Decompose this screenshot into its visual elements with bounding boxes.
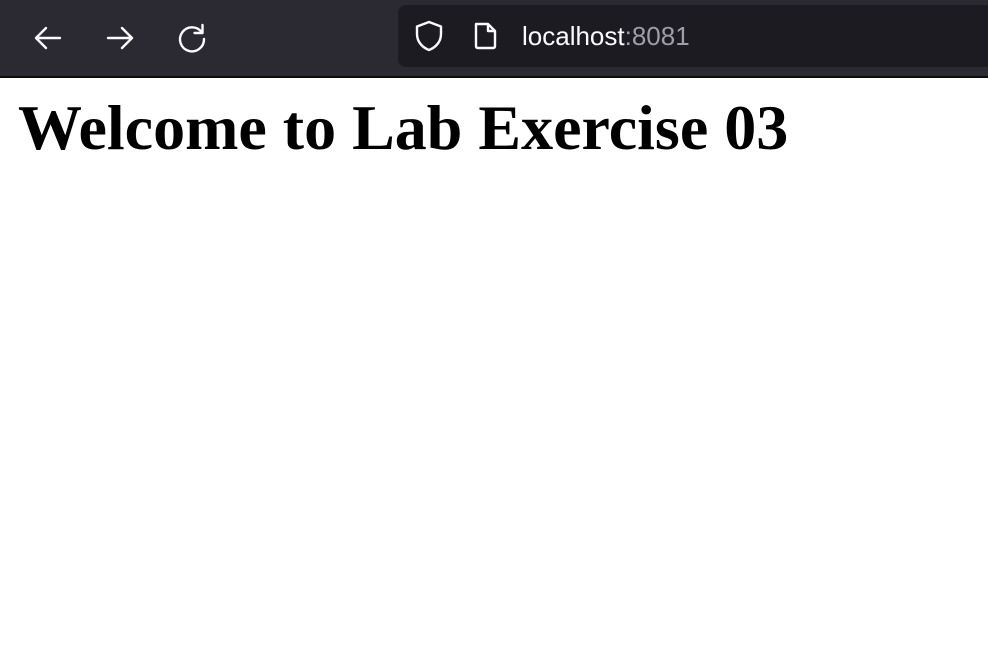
reload-icon: [178, 23, 206, 53]
page-heading: Welcome to Lab Exercise 03: [18, 92, 789, 163]
url-port: :8081: [624, 21, 690, 51]
back-button[interactable]: [24, 14, 72, 62]
forward-button[interactable]: [96, 14, 144, 62]
address-bar[interactable]: localhost:8081: [398, 5, 988, 67]
shield-icon[interactable]: [412, 19, 446, 53]
arrow-left-icon: [34, 26, 62, 50]
arrow-right-icon: [106, 26, 134, 50]
browser-toolbar: localhost:8081: [0, 0, 988, 78]
page-content: Welcome to Lab Exercise 03: [0, 78, 988, 662]
url-host: localhost: [522, 21, 625, 51]
url-text[interactable]: localhost:8081: [522, 21, 690, 51]
reload-button[interactable]: [168, 14, 216, 62]
page-icon[interactable]: [470, 21, 500, 51]
